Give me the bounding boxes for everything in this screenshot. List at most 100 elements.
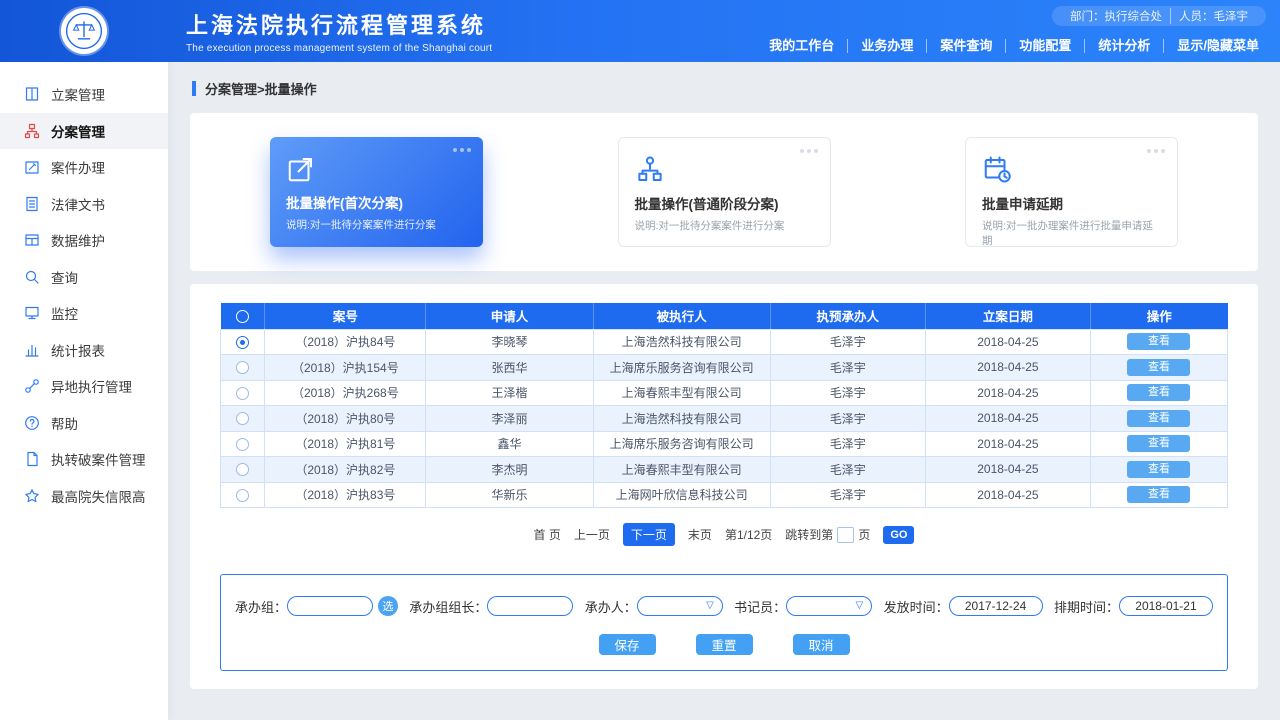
handler-select[interactable]: [637, 596, 723, 616]
reset-button[interactable]: 重置: [696, 634, 753, 655]
more-dots-icon: [453, 148, 471, 152]
sidebar-item-statistics-report[interactable]: 统计报表: [0, 332, 168, 369]
respondent-cell: 上海席乐服务咨询有限公司: [593, 355, 770, 381]
sidebar-item-bankruptcy-transfer[interactable]: 执转破案件管理: [0, 441, 168, 478]
page-first-link[interactable]: 首 页: [534, 526, 561, 543]
row-radio[interactable]: [236, 361, 249, 374]
sidebar-item-case-handling[interactable]: 案件办理: [0, 149, 168, 186]
jump-page-input[interactable]: [837, 527, 854, 543]
action-card-delay-request[interactable]: 批量申请延期 说明:对一批办理案件进行批量申请延期: [965, 137, 1178, 247]
sidebar-item-case-filing[interactable]: 立案管理: [0, 76, 168, 113]
applicant-cell: 张西华: [426, 355, 593, 381]
group-select-button[interactable]: 选: [378, 596, 398, 616]
applicant-cell: 李晓琴: [426, 329, 593, 355]
sidebar-item-help[interactable]: 帮助: [0, 405, 168, 442]
date-cell: 2018-04-25: [925, 329, 1090, 355]
user-info-bar: 部门：执行综合处 人员：毛泽宇: [1052, 6, 1266, 26]
nav-function-config[interactable]: 功能配置: [1005, 39, 1084, 53]
select-all-radio[interactable]: [236, 310, 249, 323]
sidebar-item-case-assignment[interactable]: 分案管理: [0, 113, 168, 150]
applicant-cell: 鑫华: [426, 431, 593, 457]
view-button[interactable]: 查看: [1127, 359, 1190, 376]
go-button[interactable]: GO: [883, 526, 914, 544]
row-radio[interactable]: [236, 387, 249, 400]
sidebar-item-legal-documents[interactable]: 法律文书: [0, 186, 168, 223]
sidebar-item-query[interactable]: 查询: [0, 259, 168, 296]
app-title: 上海法院执行流程管理系统: [186, 8, 492, 40]
group-input[interactable]: [287, 596, 373, 616]
respondent-cell: 上海浩然科技有限公司: [593, 329, 770, 355]
jump-suffix-label: 页: [858, 526, 870, 543]
nav-my-workbench[interactable]: 我的工作台: [756, 39, 847, 53]
respondent-cell: 上海春熙丰型有限公司: [593, 457, 770, 483]
case-no-cell: （2018）沪执80号: [265, 406, 426, 432]
star-icon: [24, 488, 40, 504]
clerk-label: 书记员：: [734, 597, 786, 616]
row-radio[interactable]: [236, 336, 249, 349]
top-nav: 我的工作台 业务办理 案件查询 功能配置 统计分析 显示/隐藏菜单: [756, 39, 1272, 53]
action-card-desc: 说明:对一批待分案案件进行分案: [635, 218, 814, 233]
view-button[interactable]: 查看: [1127, 333, 1190, 350]
handler-cell: 毛泽宇: [770, 406, 925, 432]
leader-input[interactable]: [487, 596, 573, 616]
user-label: 人员：毛泽宇: [1170, 8, 1256, 24]
more-dots-icon: [800, 149, 818, 153]
app-subtitle: The execution process management system …: [186, 43, 492, 54]
pagination: 首 页 上一页 下一页 末页 第1/12页 跳转到第 页 GO: [220, 523, 1228, 546]
header-title-block: 上海法院执行流程管理系统 The execution process manag…: [186, 8, 492, 54]
nav-case-query[interactable]: 案件查询: [926, 39, 1005, 53]
applicant-cell: 华新乐: [426, 482, 593, 508]
leader-field: 承办组组长：: [409, 596, 573, 616]
sidebar-item-supreme-court-dishonesty[interactable]: 最高院失信限高: [0, 478, 168, 515]
row-radio[interactable]: [236, 463, 249, 476]
sidebar-item-data-maintenance[interactable]: 数据维护: [0, 222, 168, 259]
action-card-first-assignment[interactable]: 批量操作(首次分案) 说明:对一批待分案案件进行分案: [270, 137, 483, 247]
sidebar-item-label: 异地执行管理: [51, 376, 132, 396]
respondent-cell: 上海春熙丰型有限公司: [593, 380, 770, 406]
case-no-cell: （2018）沪执268号: [265, 380, 426, 406]
action-card-desc: 说明:对一批办理案件进行批量申请延期: [982, 218, 1161, 248]
view-button[interactable]: 查看: [1127, 461, 1190, 478]
issue-date-value[interactable]: 2017-12-24: [949, 596, 1043, 616]
page-last-link[interactable]: 末页: [688, 526, 712, 543]
col-actions: 操作: [1090, 303, 1227, 329]
nav-statistics[interactable]: 统计分析: [1084, 39, 1163, 53]
leader-label: 承办组组长：: [409, 597, 487, 616]
nav-business-handling[interactable]: 业务办理: [847, 39, 926, 53]
action-card-normal-stage[interactable]: 批量操作(普通阶段分案) 说明:对一批待分案案件进行分案: [618, 137, 831, 247]
bar-chart-icon: [24, 342, 40, 358]
view-button[interactable]: 查看: [1127, 435, 1190, 452]
assignment-form: 承办组： 选 承办组组长： 承办人： 书记员： 发放时间：: [220, 574, 1228, 671]
court-emblem-icon: [61, 8, 107, 54]
page-prev-link[interactable]: 上一页: [574, 526, 610, 543]
page-next-button[interactable]: 下一页: [623, 523, 675, 546]
table-header-row: 案号 申请人 被执行人 执预承办人 立案日期 操作: [221, 303, 1228, 329]
row-radio[interactable]: [236, 438, 249, 451]
schedule-date-value[interactable]: 2018-01-21: [1119, 596, 1213, 616]
respondent-cell: 上海网叶欣信息科技公司: [593, 482, 770, 508]
date-cell: 2018-04-25: [925, 355, 1090, 381]
view-button[interactable]: 查看: [1127, 410, 1190, 427]
case-no-cell: （2018）沪执154号: [265, 355, 426, 381]
view-button[interactable]: 查看: [1127, 486, 1190, 503]
view-button[interactable]: 查看: [1127, 384, 1190, 401]
sidebar-item-monitoring[interactable]: 监控: [0, 295, 168, 332]
cancel-button[interactable]: 取消: [793, 634, 850, 655]
question-circle-icon: [24, 415, 40, 431]
col-case-no: 案号: [265, 303, 426, 329]
sidebar-item-remote-execution[interactable]: 异地执行管理: [0, 368, 168, 405]
row-radio[interactable]: [236, 412, 249, 425]
nav-toggle-menu[interactable]: 显示/隐藏菜单: [1163, 39, 1272, 53]
save-button[interactable]: 保存: [599, 634, 656, 655]
sidebar-item-label: 分案管理: [51, 121, 105, 141]
edit-square-icon: [24, 159, 40, 175]
case-no-cell: （2018）沪执84号: [265, 329, 426, 355]
row-radio[interactable]: [236, 489, 249, 502]
action-cards-panel: 批量操作(首次分案) 说明:对一批待分案案件进行分案 批量操作(普通阶段分案) …: [190, 113, 1258, 271]
handler-cell: 毛泽宇: [770, 329, 925, 355]
clerk-select[interactable]: [786, 596, 872, 616]
applicant-cell: 李泽丽: [426, 406, 593, 432]
handler-cell: 毛泽宇: [770, 457, 925, 483]
issue-date-field: 发放时间： 2017-12-24: [884, 596, 1043, 616]
respondent-cell: 上海席乐服务咨询有限公司: [593, 431, 770, 457]
